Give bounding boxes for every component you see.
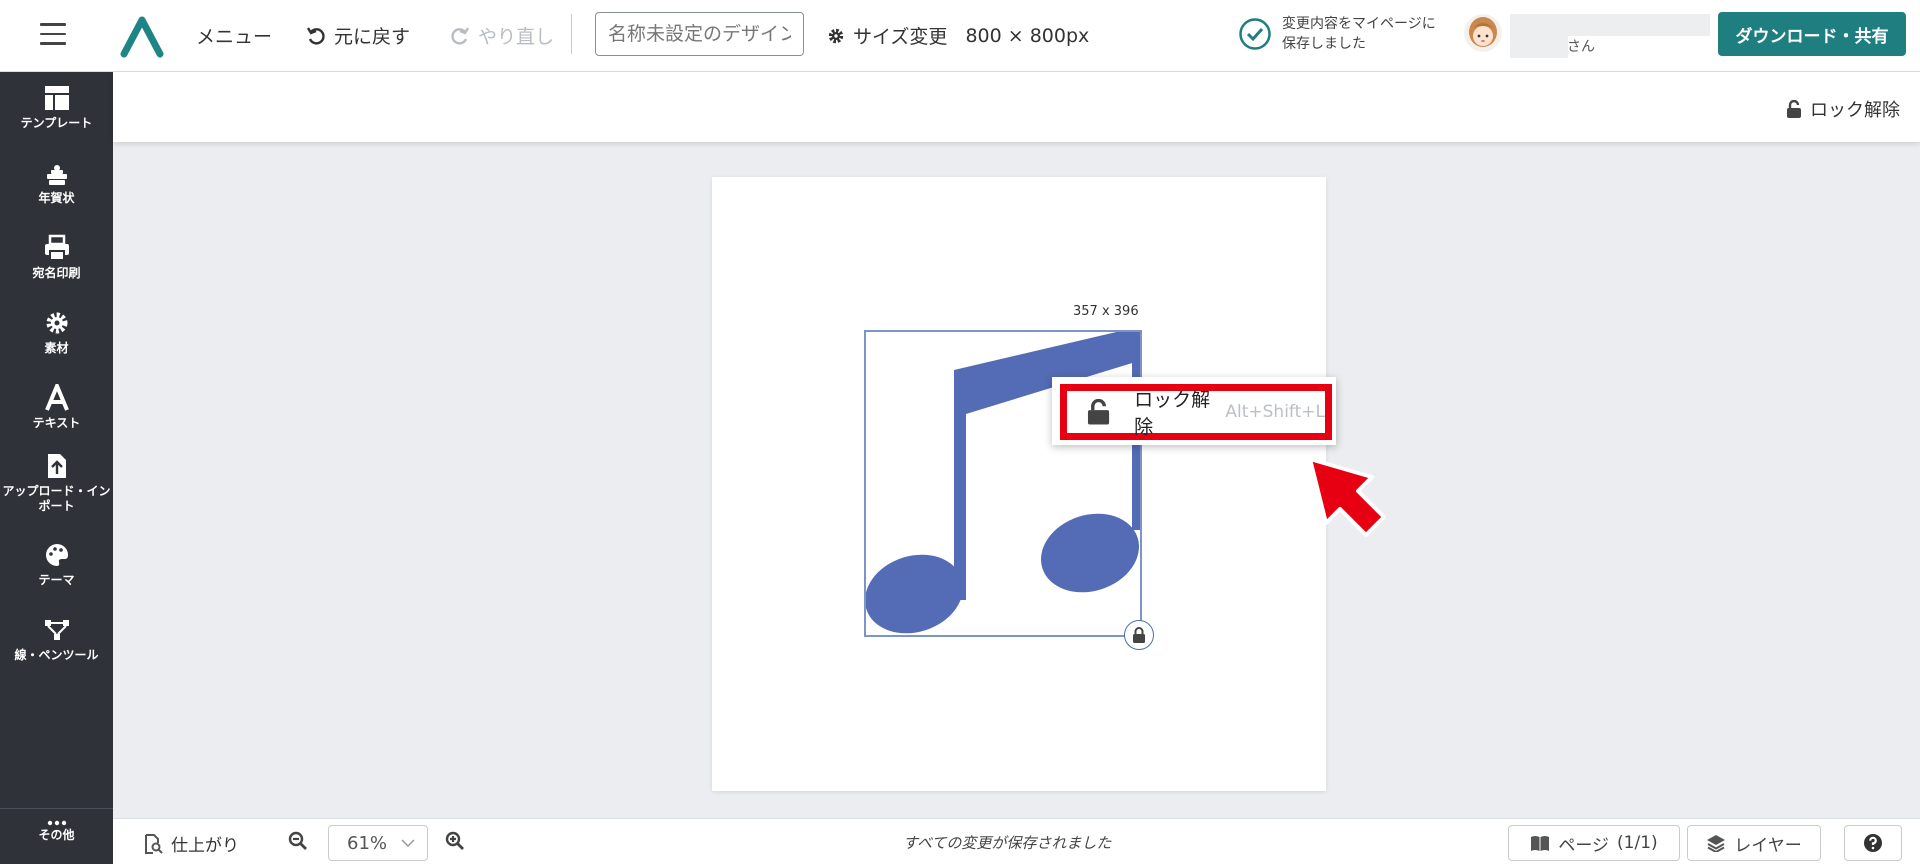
undo-icon (306, 26, 325, 45)
user-name-redacted (1510, 14, 1710, 36)
bottom-toolbar: 仕上がり 61% すべての変更が保存されました ページ (1/1) レイヤー (113, 818, 1920, 864)
layer-button[interactable]: レイヤー (1687, 825, 1821, 861)
sidebar-item-materials[interactable]: 素材 (0, 309, 113, 356)
sidebar-item-upload[interactable]: アップロード・インポート (0, 452, 113, 514)
menu-link[interactable]: メニュー (196, 22, 272, 49)
layer-label: レイヤー (1734, 835, 1802, 856)
sidebar-item-label: テーマ (38, 573, 75, 587)
zoom-level-select[interactable]: 61% (328, 825, 428, 861)
sidebar-item-pen-tool[interactable]: 線・ペンツール (0, 616, 113, 663)
page-count: (1/1) (1617, 833, 1658, 853)
sidebar-item-text[interactable]: テキスト (0, 384, 113, 431)
lock-icon (1133, 627, 1145, 643)
context-menu-unlock-item[interactable]: ロック解除 Alt+Shift+L (1060, 384, 1332, 440)
palette-icon (45, 544, 68, 566)
sidebar-item-label: テンプレート (20, 116, 93, 130)
sidebar-item-label: 宛名印刷 (32, 266, 81, 280)
preview-doc-icon (145, 833, 163, 854)
app-logo[interactable] (118, 14, 166, 58)
context-menu-unlock-label: ロック解除 (1134, 389, 1211, 438)
context-menu-shortcut: Alt+Shift+L (1225, 402, 1325, 422)
zoom-in-icon[interactable] (445, 831, 465, 851)
zoom-level-value: 61% (347, 832, 388, 854)
zoom-out-icon[interactable] (288, 831, 308, 851)
redo-button[interactable]: やり直し (450, 22, 554, 49)
user-name-suffix: さん (1567, 39, 1595, 55)
chevron-down-icon (401, 839, 415, 848)
sidebar-item-label: 素材 (44, 341, 69, 355)
left-sidebar: テンプレート 年賀状 宛名印刷 素材 テキスト アップロード・インポート テーマ… (0, 72, 113, 864)
design-name-input[interactable] (595, 12, 804, 56)
sidebar-item-theme[interactable]: テーマ (0, 541, 113, 588)
context-toolbar: ロック解除 (113, 72, 1920, 142)
redo-label: やり直し (478, 26, 555, 48)
pointer-arrow-icon (1308, 457, 1386, 537)
text-icon (44, 384, 69, 411)
new-year-card-icon (46, 165, 67, 185)
check-circle-icon (1239, 18, 1271, 50)
undo-button[interactable]: 元に戻す (306, 22, 410, 49)
help-button[interactable] (1844, 825, 1902, 861)
redo-icon (451, 26, 470, 45)
top-header: メニュー 元に戻す やり直し サイズ変更 800 × 800px 変更内容をマイ… (0, 0, 1920, 72)
sidebar-item-label: アップロード・インポート (2, 484, 111, 513)
hamburger-menu-icon[interactable] (40, 23, 66, 45)
user-name-redacted-2 (1510, 36, 1568, 58)
unlock-icon (1087, 399, 1110, 425)
upload-icon (47, 454, 66, 478)
sidebar-item-label: その他 (38, 828, 75, 842)
toolbar-unlock-button[interactable]: ロック解除 (1786, 96, 1900, 122)
template-icon (44, 86, 69, 110)
bottom-save-status: すべての変更が保存されました (903, 834, 1112, 852)
toolbar-unlock-label: ロック解除 (1810, 100, 1900, 121)
header-divider (571, 14, 572, 54)
preview-finish-label: 仕上がり (171, 836, 239, 856)
page-button[interactable]: ページ (1/1) (1508, 825, 1680, 861)
size-change-button[interactable]: サイズ変更 800 × 800px (827, 22, 1089, 49)
pen-tool-icon (44, 620, 69, 640)
layers-icon (1707, 835, 1726, 852)
element-lock-button[interactable] (1124, 620, 1154, 650)
size-change-label: サイズ変更 (853, 26, 948, 48)
sidebar-item-address-print[interactable]: 宛名印刷 (0, 234, 113, 281)
user-avatar[interactable] (1464, 14, 1502, 52)
download-share-button[interactable]: ダウンロード・共有 (1718, 12, 1906, 56)
canvas-size-value: 800 × 800px (965, 24, 1090, 47)
book-icon (1531, 836, 1550, 851)
help-icon (1864, 834, 1882, 852)
save-status: 変更内容をマイページに保存しました (1238, 14, 1442, 54)
more-dots-icon (47, 820, 66, 826)
materials-icon (46, 312, 67, 334)
unlock-icon (1787, 100, 1801, 118)
selection-dimensions: 357 x 396 (1073, 304, 1139, 319)
sidebar-item-more[interactable]: その他 (0, 820, 113, 843)
sidebar-item-label: 線・ペンツール (14, 648, 99, 662)
sidebar-item-label: 年賀状 (38, 191, 75, 205)
gear-icon (828, 28, 844, 43)
preview-finish-button[interactable]: 仕上がり (143, 831, 239, 856)
printer-icon (44, 234, 69, 261)
sidebar-item-label: テキスト (32, 416, 81, 430)
page-label: ページ (1558, 835, 1610, 856)
sidebar-item-new-year-card[interactable]: 年賀状 (0, 159, 113, 206)
undo-label: 元に戻す (334, 26, 411, 48)
sidebar-divider (0, 808, 113, 809)
sidebar-item-template[interactable]: テンプレート (0, 84, 113, 131)
save-status-text: 変更内容をマイページに保存しました (1282, 16, 1436, 52)
